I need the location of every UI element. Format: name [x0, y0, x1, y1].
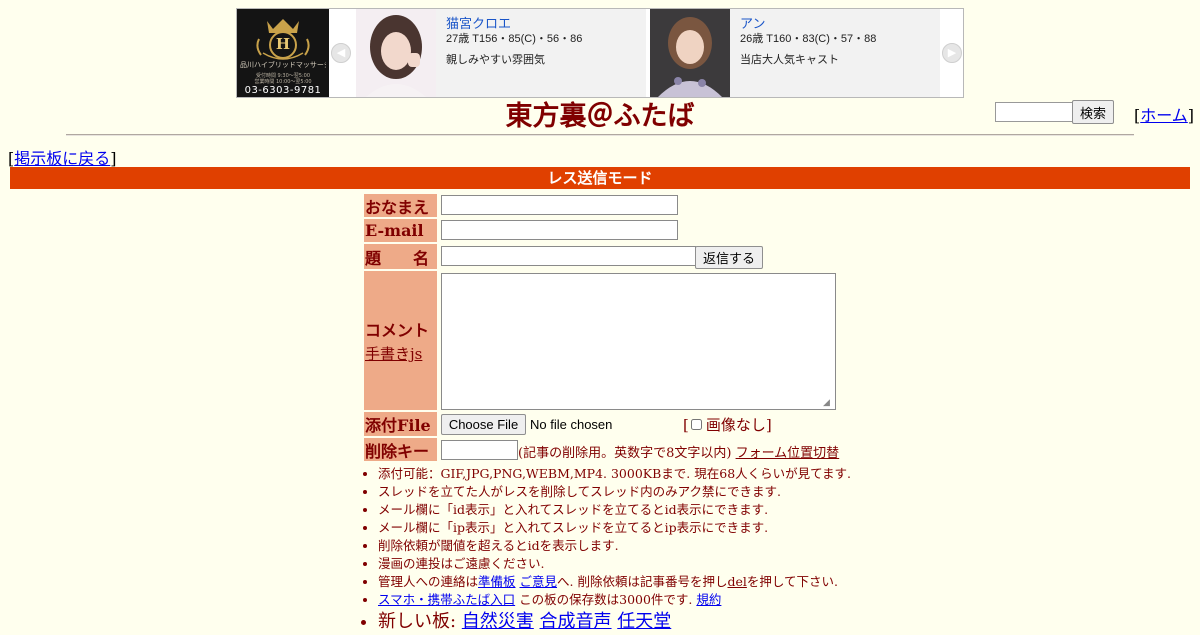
email-input[interactable]: [441, 220, 678, 240]
portrait-photo-icon: [650, 9, 730, 97]
file-label: 添付File: [364, 412, 437, 436]
new-board-link[interactable]: 任天堂: [617, 611, 671, 632]
ad-logo-phone: 03-6303-9781: [244, 85, 322, 96]
ad-next-arrow-icon[interactable]: ▶: [942, 43, 962, 63]
bracket: [: [683, 415, 689, 434]
mobile-entrance-link[interactable]: スマホ・携帯ふたば入口: [378, 592, 515, 607]
new-boards-label: 新しい板:: [378, 611, 462, 632]
comment-textarea[interactable]: [441, 273, 836, 410]
ad-logo[interactable]: H 品川ハイブリッドマッサージ 受付時間 9:30〜翌5:00 営業時間 10:…: [237, 9, 329, 97]
no-image-option[interactable]: [ 画像なし ]: [683, 414, 772, 435]
ad-cast-description: 親しみやすい雰囲気: [446, 54, 545, 66]
ad-cast-stats: 26歳 T160・83(C)・57・88: [740, 33, 877, 45]
handwriting-js-link[interactable]: 手書きjs: [365, 343, 422, 364]
list-item: メール欄に「ip表示」と入れてスレッドを立てるとip表示にできます.: [378, 519, 851, 537]
comment-label-cell: コメント 手書きjs: [364, 271, 437, 410]
list-item: スレッドを立てた人がレスを削除してスレッド内のみアク禁にできます.: [378, 483, 851, 501]
file-status-text: No file chosen: [530, 417, 613, 432]
ad-logo-shop-name: 品川ハイブリッドマッサージ: [240, 61, 326, 69]
home-link[interactable]: ホーム: [1140, 106, 1188, 125]
header-divider: [66, 134, 1134, 136]
resize-grip-icon[interactable]: ◢: [823, 398, 830, 408]
form-position-toggle-link[interactable]: フォーム位置切替: [736, 446, 840, 461]
reply-mode-bar: レス送信モード: [10, 167, 1190, 189]
del-link[interactable]: del: [727, 574, 746, 589]
ad-card[interactable]: アン 26歳 T160・83(C)・57・88 当店大人気キャスト: [650, 9, 940, 97]
ad-photo[interactable]: [356, 9, 436, 97]
list-item: 新しい板: 自然災害 合成音声 任天堂: [378, 609, 851, 635]
comment-label: コメント: [365, 321, 430, 340]
list-item: 添付可能：GIF,JPG,PNG,WEBM,MP4. 3000KBまで. 現在6…: [378, 465, 851, 483]
choose-file-button[interactable]: Choose File: [441, 414, 526, 435]
back-to-board-link[interactable]: 掲示板に戻る: [14, 149, 110, 168]
search-input[interactable]: [995, 102, 1075, 122]
ad-prev-arrow-icon[interactable]: ◀: [331, 43, 351, 63]
new-board-link[interactable]: 合成音声: [540, 611, 612, 632]
list-item: 削除依頼が閾値を超えるとidを表示します.: [378, 537, 851, 555]
note-text: 管理人への連絡は: [378, 574, 479, 589]
ad-cast-description: 当店大人気キャスト: [740, 54, 839, 66]
ad-cast-stats: 27歳 T156・85(C)・56・86: [446, 33, 583, 45]
note-text: この板の保存数は3000件です.: [515, 592, 697, 607]
ad-card[interactable]: 猫宮クロエ 27歳 T156・85(C)・56・86 親しみやすい雰囲気: [356, 9, 646, 97]
bracket: ]: [1187, 106, 1195, 125]
no-image-label: 画像なし: [705, 416, 766, 434]
name-input[interactable]: [441, 195, 678, 215]
search-button[interactable]: 検索: [1072, 100, 1114, 124]
no-image-checkbox[interactable]: [690, 419, 702, 430]
delete-key-note: (記事の削除用。英数字で8文字以内) フォーム位置切替: [518, 442, 839, 461]
delete-key-label: 削除キー: [364, 438, 437, 461]
subject-label: 題 名: [364, 244, 437, 269]
ad-logo-h: H: [275, 35, 291, 53]
email-label: E-mail: [364, 219, 437, 242]
list-item: 管理人への連絡は準備板 ご意見へ. 削除依頼は記事番号を押しdelを押して下さい…: [378, 573, 851, 591]
board-notes-list: 添付可能：GIF,JPG,PNG,WEBM,MP4. 3000KBまで. 現在6…: [360, 465, 851, 635]
list-item: メール欄に「id表示」と入れてスレッドを立てるとid表示にできます.: [378, 501, 851, 519]
delete-key-input[interactable]: [441, 440, 518, 460]
prep-board-link[interactable]: 準備板: [478, 574, 516, 589]
delete-key-hint: (記事の削除用。英数字で8文字以内): [518, 446, 732, 461]
rules-link[interactable]: 規約: [696, 592, 721, 607]
list-item: スマホ・携帯ふたば入口 この板の保存数は3000件です. 規約: [378, 591, 851, 609]
feedback-link[interactable]: ご意見: [520, 574, 558, 589]
name-label: おなまえ: [364, 194, 437, 217]
note-text: へ. 削除依頼は記事番号を押し: [557, 574, 728, 589]
ad-photo[interactable]: [650, 9, 730, 97]
reply-submit-button[interactable]: 返信する: [695, 246, 763, 269]
bracket: ]: [110, 149, 117, 168]
ad-banner[interactable]: H 品川ハイブリッドマッサージ 受付時間 9:30〜翌5:00 営業時間 10:…: [236, 8, 964, 98]
note-text: を押して下さい.: [746, 574, 838, 589]
list-item: 漫画の連投はご遠慮ください.: [378, 555, 851, 573]
ad-logo-hours-2: 営業時間 10:00〜翌5:00: [254, 79, 312, 85]
subject-input[interactable]: [441, 246, 696, 266]
new-board-link[interactable]: 自然災害: [462, 611, 534, 632]
bracket: ]: [765, 415, 772, 434]
back-link-wrapper: [掲示板に戻る]: [8, 145, 117, 169]
portrait-photo-icon: [356, 9, 436, 97]
home-link-wrapper: [ホーム]: [1134, 102, 1194, 126]
